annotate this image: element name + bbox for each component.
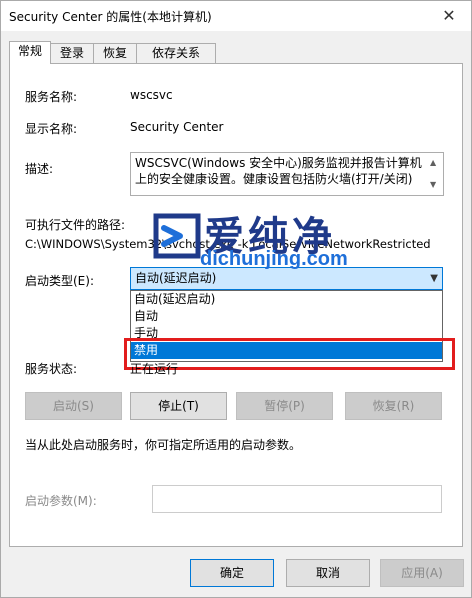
tab-recovery[interactable]: 恢复 bbox=[93, 43, 137, 63]
description-field[interactable]: WSCSVC(Windows 安全中心)服务监视并报告计算机上的安全健康设置。健… bbox=[130, 152, 444, 196]
stop-button[interactable]: 停止(T) bbox=[130, 392, 227, 420]
startup-type-label: 启动类型(E): bbox=[25, 274, 94, 288]
general-panel: 服务名称: wscsvc 显示名称: Security Center 描述: W… bbox=[9, 63, 463, 547]
service-name-label: 服务名称: bbox=[25, 90, 78, 104]
watermark-logo-icon bbox=[153, 213, 201, 259]
resume-button[interactable]: 恢复(R) bbox=[345, 392, 442, 420]
watermark-title: 爱纯净 bbox=[204, 214, 336, 260]
chevron-down-icon: ▼ bbox=[430, 273, 438, 284]
tab-general[interactable]: 常规 bbox=[9, 41, 51, 64]
exe-path-label: 可执行文件的路径: bbox=[25, 218, 126, 232]
scroll-up-icon[interactable]: ▲ bbox=[430, 155, 436, 171]
start-params-label: 启动参数(M): bbox=[25, 494, 97, 508]
start-params-input[interactable] bbox=[152, 485, 442, 513]
description-label: 描述: bbox=[25, 162, 54, 176]
start-params-hint: 当从此处启动服务时，你可指定所适用的启动参数。 bbox=[25, 438, 302, 452]
ok-button[interactable]: 确定 bbox=[190, 559, 274, 587]
window-title: Security Center 的属性(本地计算机) bbox=[9, 10, 212, 24]
service-name-value: wscsvc bbox=[130, 88, 173, 102]
pause-button[interactable]: 暂停(P) bbox=[236, 392, 333, 420]
close-icon[interactable]: ✕ bbox=[427, 1, 471, 31]
startup-type-selected: 自动(延迟启动) bbox=[135, 271, 217, 285]
startup-option-auto[interactable]: 自动 bbox=[131, 308, 442, 325]
tab-dependencies[interactable]: 依存关系 bbox=[136, 43, 216, 63]
tab-logon[interactable]: 登录 bbox=[50, 43, 94, 63]
service-status-value: 正在运行 bbox=[130, 362, 179, 376]
startup-option-disabled[interactable]: 禁用 bbox=[131, 342, 442, 359]
display-name-value: Security Center bbox=[130, 120, 224, 134]
display-name-label: 显示名称: bbox=[25, 122, 78, 136]
properties-dialog: Security Center 的属性(本地计算机) ✕ 常规 登录 恢复 依存… bbox=[0, 0, 472, 598]
startup-type-select[interactable]: 自动(延迟启动) ▼ bbox=[130, 267, 443, 290]
service-status-label: 服务状态: bbox=[25, 362, 78, 376]
description-text: WSCSVC(Windows 安全中心)服务监视并报告计算机上的安全健康设置。健… bbox=[135, 156, 422, 186]
cancel-button[interactable]: 取消 bbox=[286, 559, 370, 587]
title-bar: Security Center 的属性(本地计算机) ✕ bbox=[1, 1, 471, 31]
start-button[interactable]: 启动(S) bbox=[25, 392, 122, 420]
startup-option-manual[interactable]: 手动 bbox=[131, 325, 442, 342]
apply-button[interactable]: 应用(A) bbox=[380, 559, 464, 587]
exe-path-value: C:\WINDOWS\System32\svchost.exe -k Local… bbox=[25, 237, 431, 251]
description-scrollbar[interactable]: ▲ ▼ bbox=[427, 153, 443, 195]
startup-option-delayed[interactable]: 自动(延迟启动) bbox=[131, 291, 442, 308]
startup-type-dropdown: 自动(延迟启动) 自动 手动 禁用 bbox=[130, 290, 443, 362]
scroll-down-icon[interactable]: ▼ bbox=[430, 177, 436, 193]
